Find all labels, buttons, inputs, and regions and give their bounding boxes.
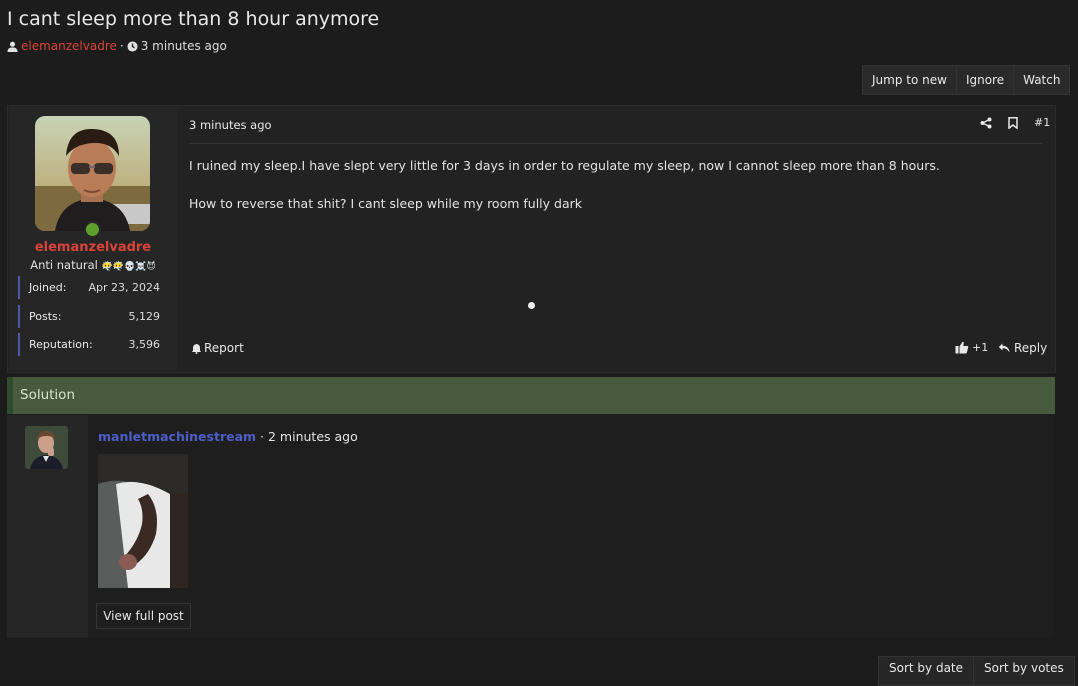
- user-title: Anti natural 😶‍🌫️😶‍🌫️💀☠️😈: [9, 258, 177, 272]
- bell-icon: [192, 343, 201, 354]
- user-title-emojis: 😶‍🌫️😶‍🌫️💀☠️😈: [101, 262, 156, 272]
- avatar[interactable]: [35, 116, 150, 231]
- solution-username[interactable]: manletmachinestream: [98, 429, 256, 444]
- loading-indicator: [528, 302, 535, 309]
- user-stat-reputation: Reputation: 3,596: [18, 333, 166, 356]
- meta-separator: ·: [119, 39, 124, 53]
- solution-attachment-image[interactable]: [98, 454, 188, 588]
- post-paragraph: I ruined my sleep.I have slept very litt…: [189, 158, 940, 173]
- like-button[interactable]: +1: [955, 341, 988, 354]
- post-username[interactable]: elemanzelvadre: [9, 240, 177, 255]
- sort-by-date-button[interactable]: Sort by date: [878, 656, 975, 686]
- post-paragraph: How to reverse that shit? I cant sleep w…: [189, 196, 582, 211]
- thumbs-up-icon: [955, 341, 969, 354]
- jump-to-new-button[interactable]: Jump to new: [862, 65, 957, 95]
- reply-label: Reply: [1014, 341, 1048, 355]
- solution-meta: manletmachinestream · 2 minutes ago: [98, 429, 358, 444]
- user-title-text: Anti natural: [30, 258, 98, 272]
- thread-toolbar: Jump to new Ignore Watch: [862, 65, 1071, 95]
- thread-time[interactable]: 3 minutes ago: [141, 39, 227, 53]
- share-icon[interactable]: [980, 117, 992, 129]
- like-count: +1: [972, 341, 989, 354]
- thread-meta: elemanzelvadre · 3 minutes ago: [7, 39, 227, 53]
- post-actions: #1: [980, 116, 1050, 129]
- user-stat-joined: Joined: Apr 23, 2024: [18, 276, 166, 299]
- thread-title: I cant sleep more than 8 hour anymore: [7, 8, 380, 30]
- online-status-indicator: [84, 221, 101, 238]
- post-time[interactable]: 3 minutes ago: [189, 118, 272, 132]
- stat-value: 5,129: [128, 310, 161, 323]
- sort-by-votes-button[interactable]: Sort by votes: [974, 656, 1075, 686]
- post-divider: [189, 143, 1042, 144]
- user-stat-posts: Posts: 5,129: [18, 305, 166, 328]
- stat-label: Reputation:: [29, 338, 93, 351]
- bookmark-icon[interactable]: [1008, 116, 1018, 129]
- post-number[interactable]: #1: [1034, 116, 1050, 129]
- meta-separator: ·: [260, 429, 265, 444]
- stat-label: Joined:: [29, 281, 67, 294]
- solution-header: Solution: [7, 377, 1055, 414]
- stat-value: 3,596: [128, 338, 161, 351]
- ignore-button[interactable]: Ignore: [956, 65, 1015, 95]
- post-body: I ruined my sleep.I have slept very litt…: [189, 156, 1039, 232]
- user-icon: [7, 41, 18, 52]
- sort-toolbar: Sort by date Sort by votes: [878, 656, 1075, 686]
- stat-value: Apr 23, 2024: [88, 281, 160, 294]
- clock-icon: [127, 40, 138, 52]
- thread-author-link[interactable]: elemanzelvadre: [21, 39, 117, 53]
- watch-button[interactable]: Watch: [1014, 65, 1071, 95]
- solution-avatar[interactable]: [25, 426, 68, 469]
- report-button[interactable]: Report: [191, 341, 244, 355]
- report-label: Report: [204, 341, 244, 355]
- view-full-post-button[interactable]: View full post: [96, 603, 191, 629]
- solution-time[interactable]: 2 minutes ago: [268, 429, 358, 444]
- reply-icon: [998, 343, 1010, 353]
- reply-button[interactable]: Reply: [998, 341, 1047, 355]
- stat-label: Posts:: [29, 310, 62, 323]
